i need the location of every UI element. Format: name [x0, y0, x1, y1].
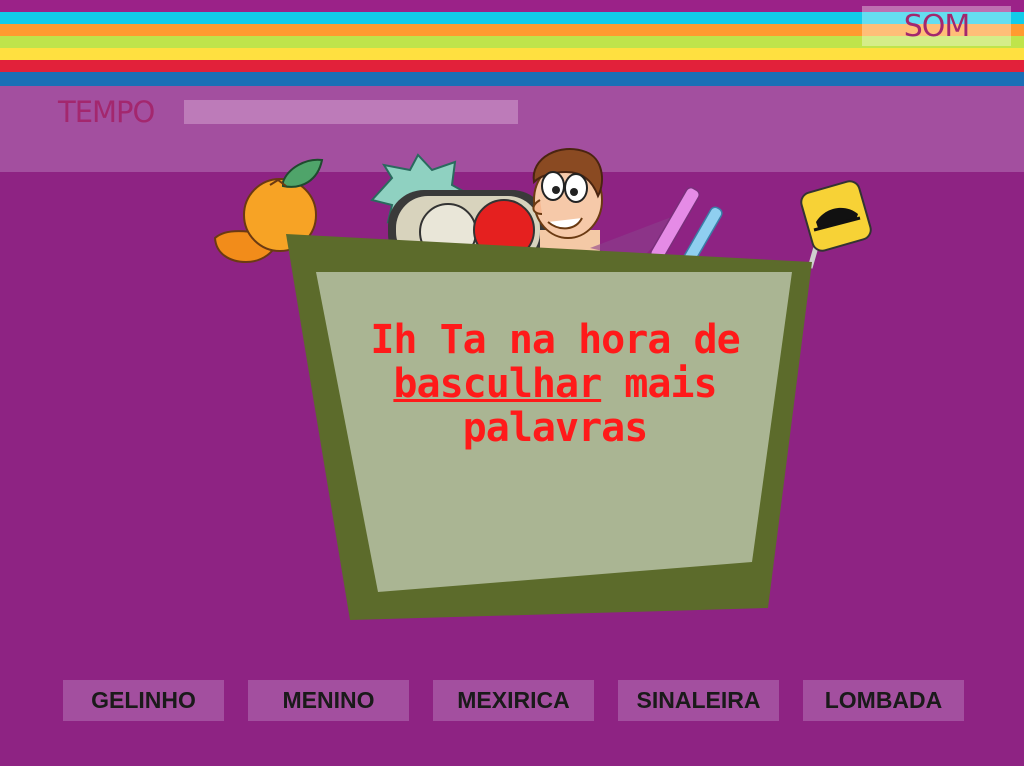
option-menino[interactable]: MENINO: [248, 680, 409, 721]
board-message: Ih Ta na hora de basculhar mais palavras: [350, 318, 760, 450]
word-options: GELINHO MENINO MEXIRICA SINALEIRA LOMBAD…: [0, 680, 1024, 722]
board-message-keyword: basculhar: [393, 361, 602, 407]
option-sinaleira[interactable]: SINALEIRA: [618, 680, 779, 721]
board-message-line-1: Ih Ta na hora de: [370, 317, 740, 363]
board-message-line-2-rest: mais: [601, 361, 717, 407]
board-message-line-2: basculhar mais: [350, 362, 760, 406]
option-lombada[interactable]: LOMBADA: [803, 680, 964, 721]
board-message-line-3: palavras: [462, 405, 649, 451]
speed-bump-sign-icon[interactable]: [799, 179, 873, 269]
option-gelinho[interactable]: GELINHO: [63, 680, 224, 721]
boy-icon[interactable]: [532, 147, 603, 260]
option-mexirica[interactable]: MEXIRICA: [433, 680, 594, 721]
